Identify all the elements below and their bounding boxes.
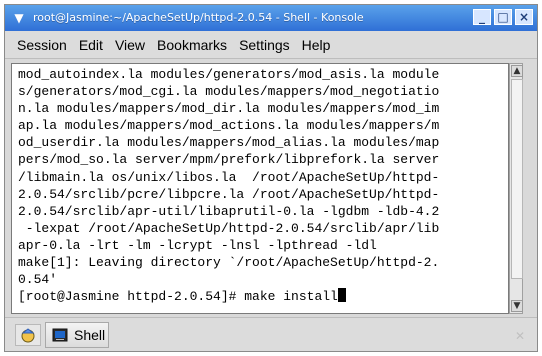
menu-bar: Session Edit View Bookmarks Settings Hel…: [5, 31, 537, 59]
window-menu-button[interactable]: ▼: [11, 10, 27, 26]
terminal-cursor: [337, 288, 346, 303]
terminal-line: make[1]: Leaving directory `/root/Apache…: [18, 255, 440, 271]
tab-label: Shell: [74, 327, 106, 343]
terminal-line: od_userdir.la modules/mappers/mod_alias.…: [18, 135, 440, 151]
tab-shell[interactable]: Shell: [45, 322, 109, 348]
menu-help[interactable]: Help: [302, 37, 331, 53]
close-tab-icon: ✕: [514, 329, 526, 343]
terminal-line: /libmain.la os/unix/libos.la /root/Apach…: [18, 169, 440, 185]
vertical-scrollbar[interactable]: ▲ ▼: [509, 63, 523, 314]
chevron-down-icon: ▼: [14, 11, 24, 25]
terminal-prompt: [root@Jasmine httpd-2.0.54]# make instal…: [18, 289, 338, 305]
terminal-line: n.la modules/mappers/mod_dir.la modules/…: [18, 101, 440, 117]
menu-bookmarks[interactable]: Bookmarks: [157, 37, 227, 53]
terminal-text: mod_autoindex.la modules/generators/mod_…: [12, 64, 508, 305]
terminal-line: 2.0.54/srclib/apr-util/libaprutil-0.la -…: [18, 203, 440, 219]
session-tab-bar: Shell ✕: [5, 317, 537, 351]
close-button[interactable]: ×: [515, 9, 533, 25]
new-session-button[interactable]: [15, 324, 41, 346]
terminal-line: 0.54': [18, 272, 58, 288]
terminal-line: -lexpat /root/ApacheSetUp/httpd-2.0.54/s…: [18, 220, 440, 236]
minimize-button[interactable]: _: [473, 9, 491, 25]
arrow-up-icon: ▲: [513, 66, 521, 76]
arrow-down-icon: ▼: [513, 301, 521, 311]
window-title: root@Jasmine:~/ApacheSetUp/httpd-2.0.54 …: [33, 11, 364, 24]
scroll-down-button[interactable]: ▼: [511, 300, 523, 312]
maximize-button[interactable]: □: [494, 9, 512, 25]
scroll-up-button[interactable]: ▲: [511, 65, 523, 77]
scrollbar-thumb[interactable]: [511, 79, 523, 279]
menu-settings[interactable]: Settings: [239, 37, 290, 53]
terminal-line: 2.0.54/srclib/pcre/libpcre.la /root/Apac…: [18, 186, 440, 202]
menu-session[interactable]: Session: [17, 37, 67, 53]
terminal-output[interactable]: mod_autoindex.la modules/generators/mod_…: [11, 63, 509, 314]
konsole-window: ▼ root@Jasmine:~/ApacheSetUp/httpd-2.0.5…: [4, 4, 538, 352]
terminal-line: s/generators/mod_cgi.la modules/mappers/…: [18, 84, 440, 100]
close-tab-button[interactable]: ✕: [511, 328, 529, 344]
terminal-line: ap.la modules/mappers/mod_actions.la mod…: [18, 118, 440, 134]
terminal-line: pers/mod_so.la server/mpm/prefork/libpre…: [18, 152, 440, 168]
terminal-icon: [52, 328, 68, 342]
terminal-line: apr-0.la -lrt -lm -lcrypt -lnsl -lpthrea…: [18, 237, 377, 253]
menu-view[interactable]: View: [115, 37, 145, 53]
menu-edit[interactable]: Edit: [79, 37, 103, 53]
title-bar[interactable]: ▼ root@Jasmine:~/ApacheSetUp/httpd-2.0.5…: [5, 5, 537, 31]
terminal-line: mod_autoindex.la modules/generators/mod_…: [18, 67, 440, 82]
new-session-icon: [21, 328, 35, 343]
